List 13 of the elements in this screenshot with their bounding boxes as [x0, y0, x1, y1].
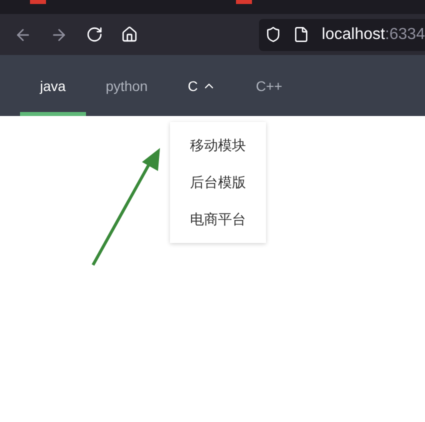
- nav-tab[interactable]: C: [168, 55, 236, 116]
- home-button[interactable]: [121, 26, 138, 43]
- address-field[interactable]: localhost:6334: [259, 18, 425, 50]
- reload-button[interactable]: [86, 26, 103, 43]
- shield-icon: [265, 26, 282, 43]
- menu-item[interactable]: 电商平台: [170, 201, 266, 238]
- menu-item[interactable]: 后台模版: [170, 164, 266, 201]
- url-text: localhost:6334: [322, 26, 425, 44]
- nav-tab[interactable]: C++: [236, 55, 302, 116]
- menu-item[interactable]: 移动模块: [170, 127, 266, 164]
- page-icon: [293, 26, 310, 43]
- nav-tab[interactable]: python: [86, 55, 168, 116]
- nav-tab[interactable]: java: [20, 55, 86, 116]
